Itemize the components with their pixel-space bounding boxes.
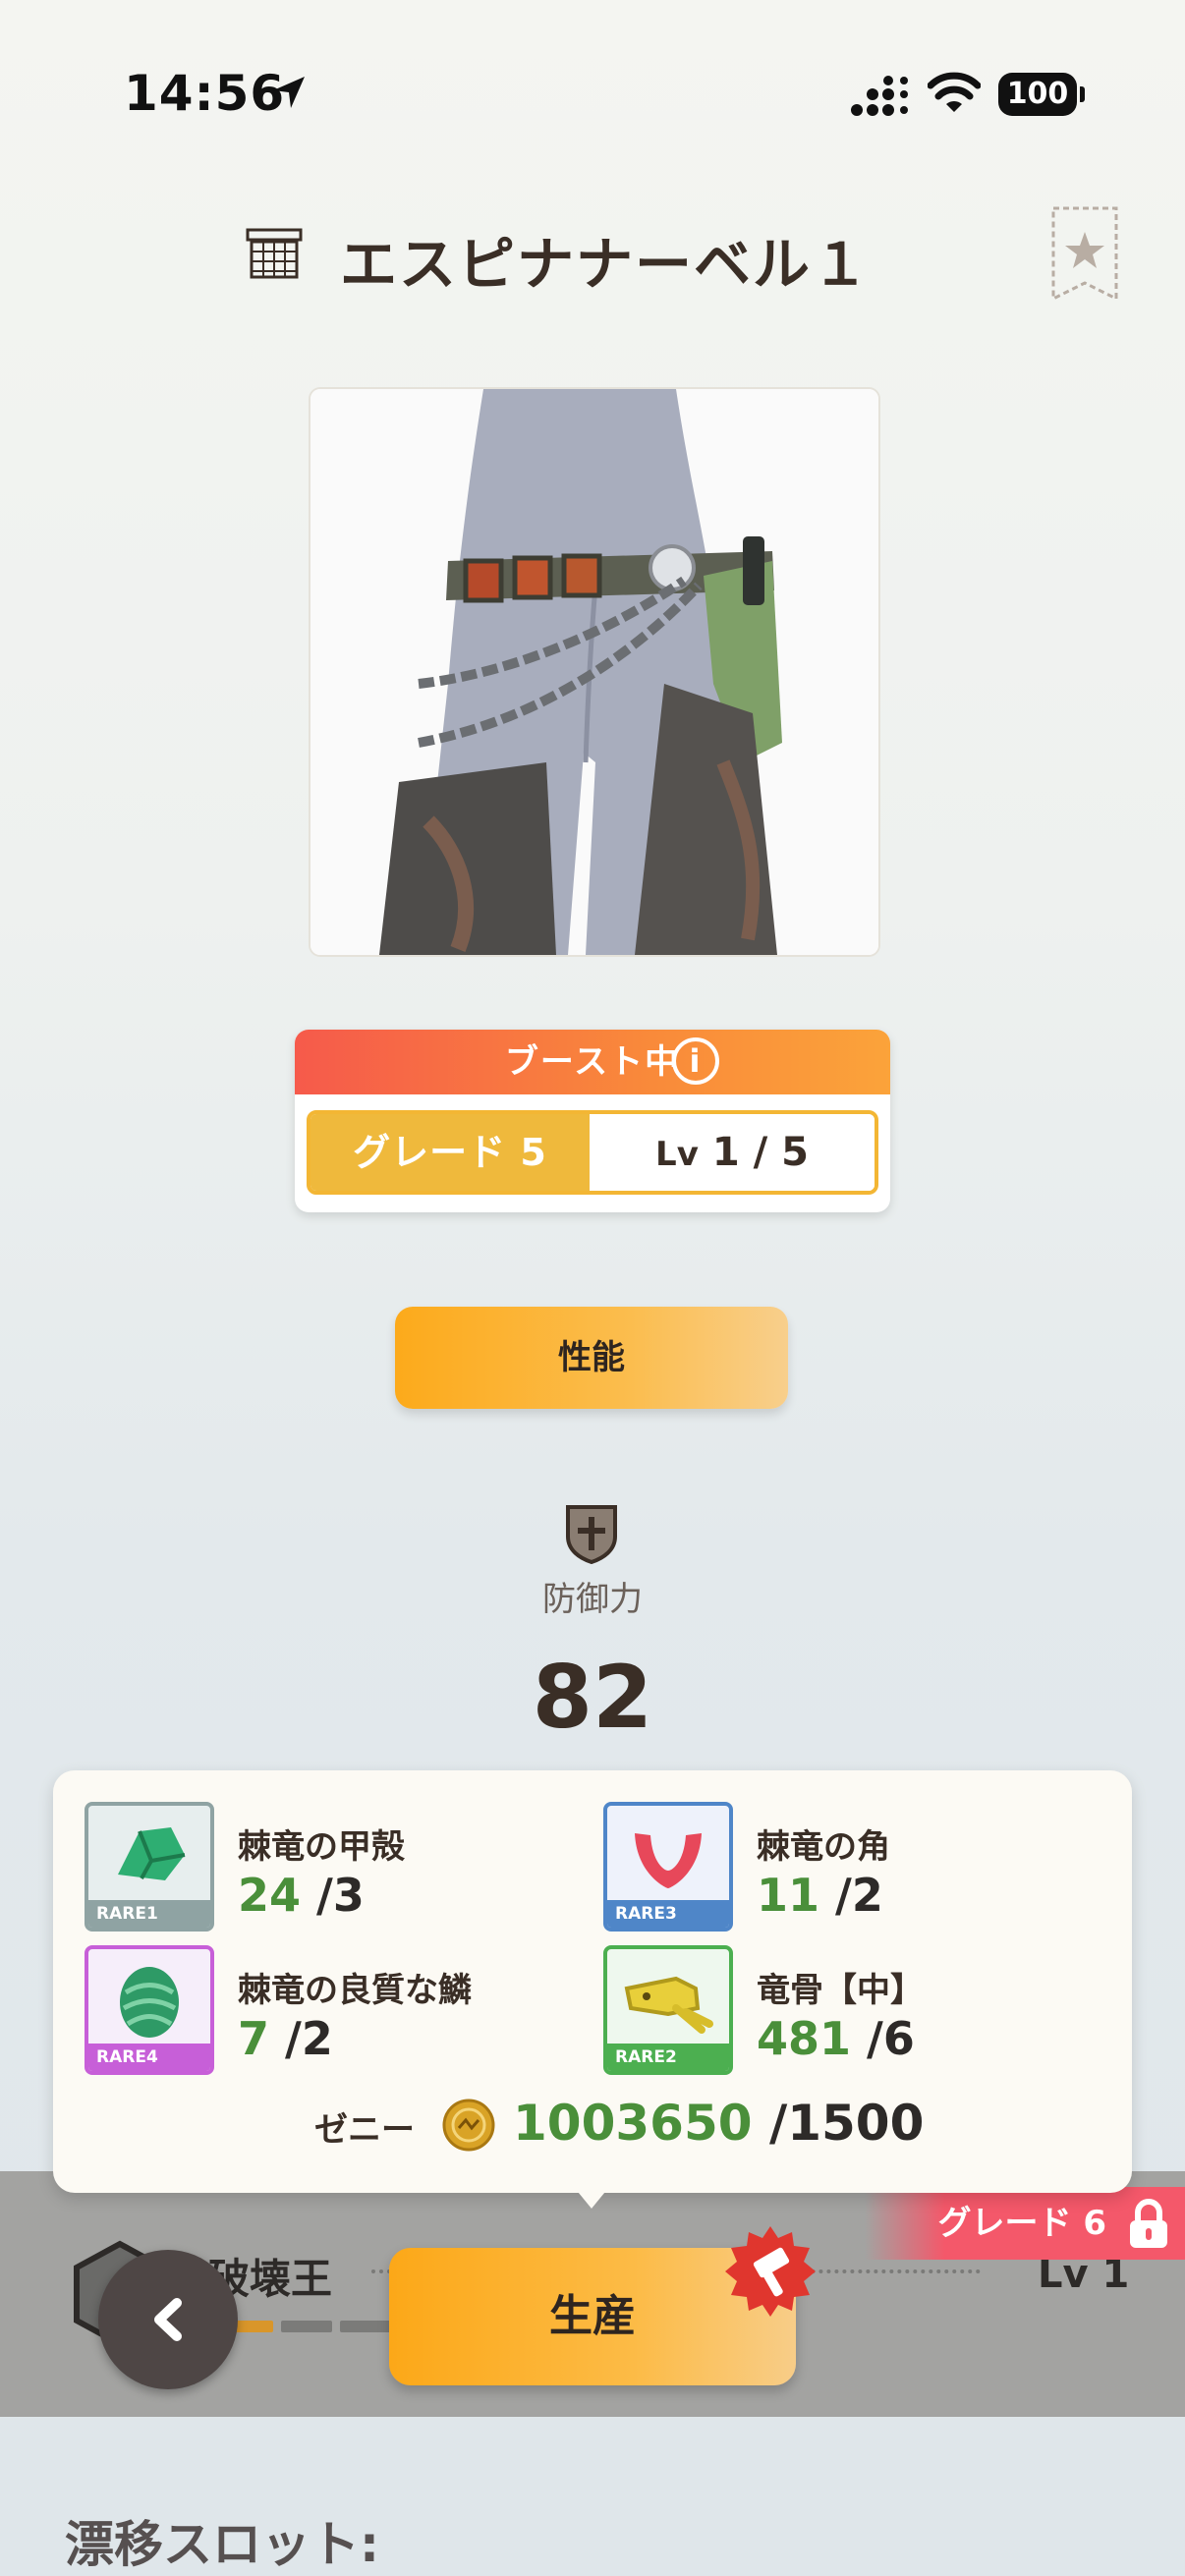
material-name: 棘竜の良質な鱗 [238,1971,472,2010]
material-need: /3 [301,1869,365,1922]
zeny-label: ゼニー [314,2110,415,2150]
material-have: 11 [757,1869,820,1922]
material-have: 7 [238,2012,270,2065]
defense-label: 防御力 [542,1580,643,1619]
defense-value: 82 [532,1647,653,1748]
material-name: 棘竜の角 [757,1827,890,1867]
red-horn-icon [635,1833,702,1888]
material-thumbnail[interactable]: RARE3 [603,1802,733,1932]
drift-slot-heading: 漂移スロット: [65,2516,379,2573]
material-thumbnail[interactable]: RARE1 [85,1802,214,1932]
info-icon[interactable]: i [672,1037,719,1085]
zeny-have: 1003650 [513,2095,753,2152]
dragon-bone-icon [624,1976,713,2034]
boost-panel: ブースト中 i グレード 5 Lv 1 / 5 [295,1030,890,1212]
rarity-tag: RARE3 [607,1900,729,1928]
material-name: 竜骨【中】 [757,1971,924,2010]
rarity-tag: RARE1 [88,1900,210,1928]
material-thumbnail[interactable]: RARE2 [603,1945,733,2075]
grade-label: グレード 5 [310,1114,590,1191]
green-scale-icon [120,1967,179,2038]
material-count: 481 /6 [757,2012,915,2065]
material-need: /2 [269,2012,333,2065]
boost-header: ブースト中 i [295,1030,890,1094]
zeny-need: /1500 [752,2095,925,2152]
performance-button[interactable]: 性能 [395,1307,788,1409]
skill-progress-segment [281,2321,332,2332]
zeny-coin-icon [442,2099,495,2152]
material-need: /2 [819,1869,883,1922]
battery-indicator: 100 [998,73,1085,116]
level-display: Lv 1 / 5 [590,1114,875,1191]
equipment-preview-image [309,387,880,957]
boost-label: ブースト中 [504,1042,681,1082]
cellular-signal-icon [851,76,908,116]
skill-progress-segment [340,2321,391,2332]
hammer-badge-icon [725,2226,816,2317]
item-title: エスピナナーベル１ [340,231,872,298]
grade-level-row: グレード 5 Lv 1 / 5 [307,1110,878,1195]
zeny-amount: 1003650 /1500 [513,2095,924,2152]
material-count: 11 /2 [757,1869,883,1922]
material-thumbnail[interactable]: RARE4 [85,1945,214,2075]
defense-shield-icon [566,1505,617,1564]
level-value: 1 / 5 [711,1130,809,1175]
material-count: 7 /2 [238,2012,333,2065]
chevron-left-icon [154,2298,182,2341]
back-button[interactable] [98,2250,238,2389]
material-count: 24 /3 [238,1869,365,1922]
level-prefix: Lv [655,1135,699,1174]
rarity-tag: RARE2 [607,2044,729,2071]
status-time: 14:56 [124,65,286,122]
lock-icon [1130,2199,1167,2248]
waist-armor-icon [246,228,303,279]
favorite-bookmark-icon[interactable] [1049,204,1120,303]
material-have: 24 [238,1869,302,1922]
rarity-tag: RARE4 [88,2044,210,2071]
material-name: 棘竜の甲殻 [238,1827,405,1867]
wifi-icon [928,72,981,112]
popup-pointer [574,2187,609,2209]
green-shell-icon [118,1827,186,1880]
location-arrow-icon [273,77,305,108]
material-need: /6 [851,2012,915,2065]
material-have: 481 [757,2012,852,2065]
